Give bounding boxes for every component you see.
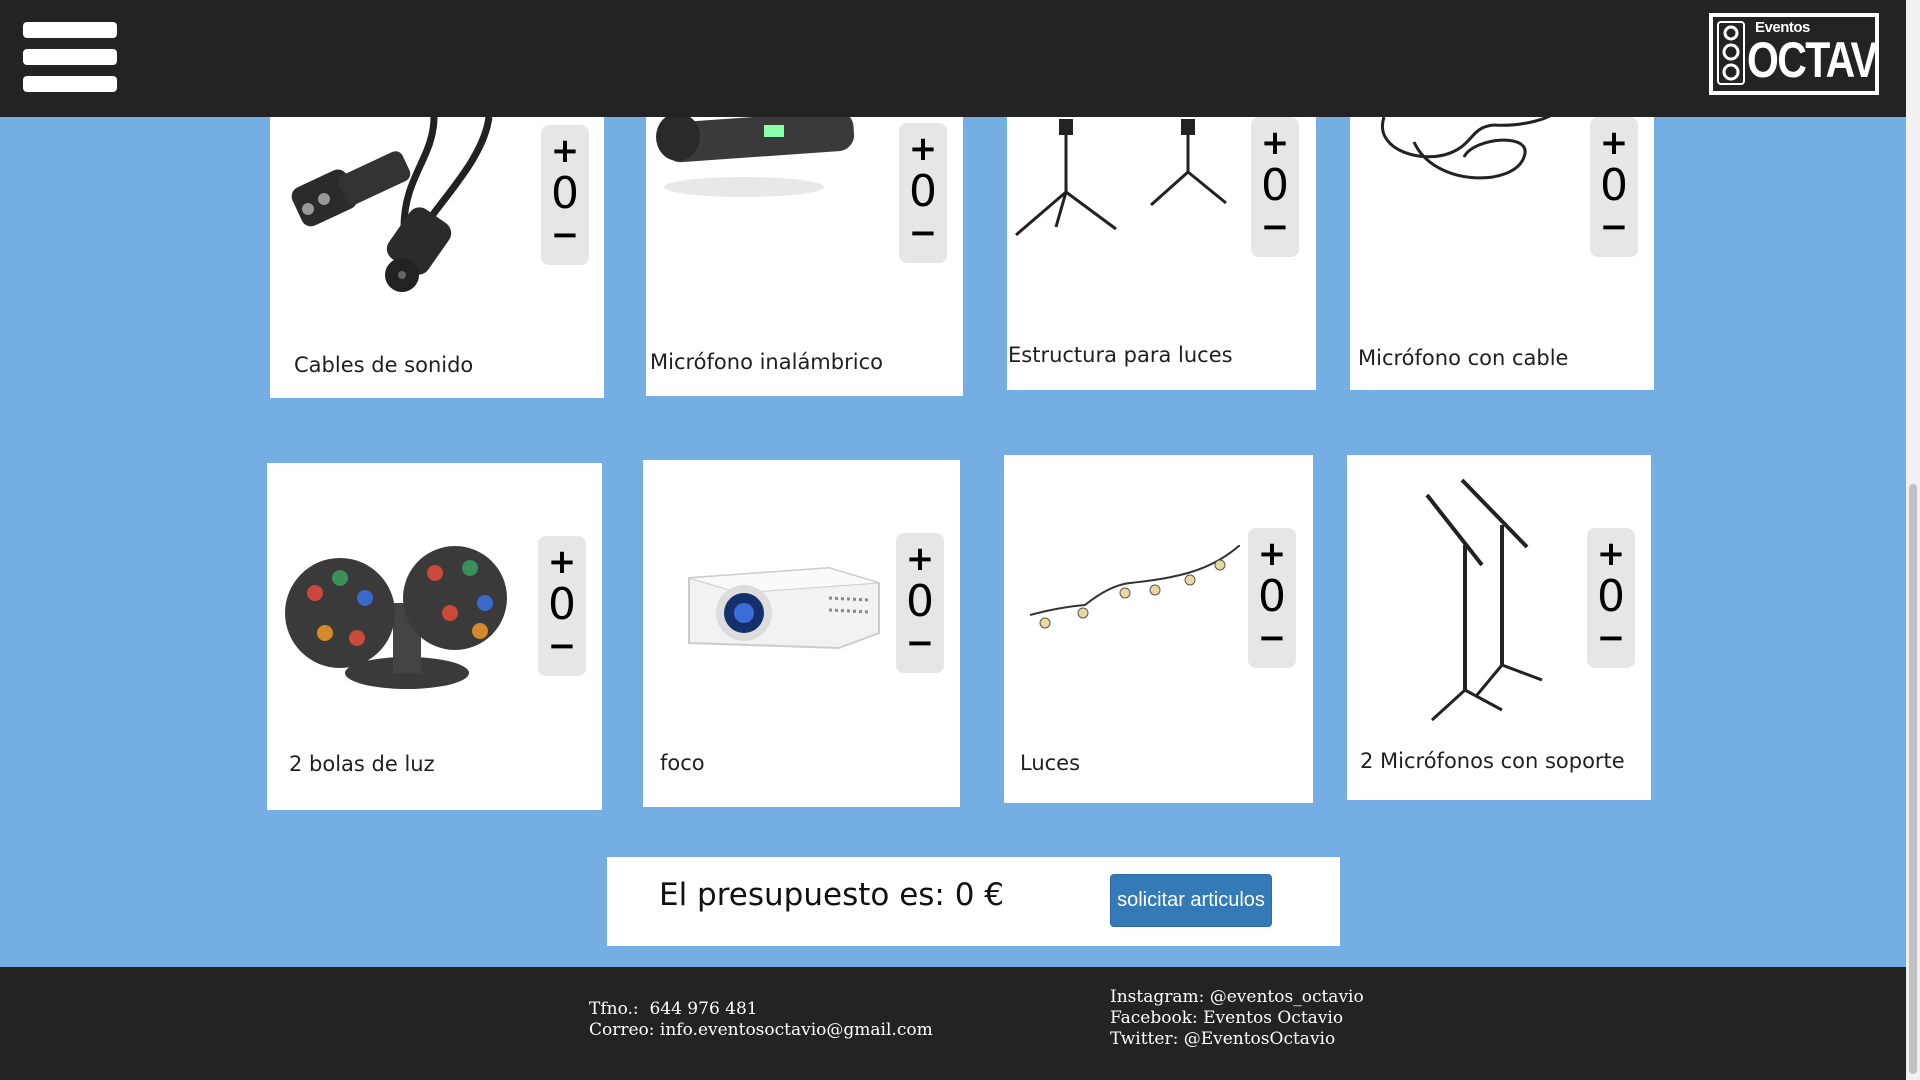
increment-button[interactable]: + (1248, 536, 1296, 572)
product-label: Cables de sonido (294, 353, 474, 377)
quantity-value: 0 (909, 166, 937, 217)
xlr-cable-image (291, 117, 493, 292)
increment-button[interactable]: + (541, 133, 589, 169)
product-card-microfono-con-cable: + 0 − Micrófono con cable (1350, 117, 1654, 390)
increment-button[interactable]: + (1251, 125, 1299, 161)
decrement-button[interactable]: − (1248, 620, 1296, 656)
increment-button[interactable]: + (1587, 536, 1635, 572)
product-label: Micrófono con cable (1358, 346, 1569, 370)
decrement-button[interactable]: − (1251, 209, 1299, 245)
quantity-value: 0 (1258, 571, 1286, 622)
product-card-estructura-para-luces: + 0 − Estructura para luces (1007, 117, 1316, 390)
product-card-luces: + 0 − Luces (1004, 455, 1313, 803)
hamburger-menu-icon[interactable] (23, 22, 117, 94)
decrement-button[interactable]: − (1587, 620, 1635, 656)
footer-email[interactable]: Correo: info.eventosoctavio@gmail.com (589, 1020, 933, 1040)
quantity-value: 0 (1261, 160, 1289, 211)
request-items-button[interactable]: solicitar articulos (1110, 874, 1272, 927)
product-card-foco: + 0 − foco (643, 460, 960, 807)
budget-panel: El presupuesto es: 0 € solicitar articul… (607, 857, 1340, 946)
decrement-button[interactable]: − (538, 628, 586, 664)
decrement-button[interactable]: − (896, 625, 944, 661)
product-card-microfono-inalambrico: + 0 − Micrófono inalámbrico (646, 117, 963, 396)
decrement-button[interactable]: − (1590, 209, 1638, 245)
quantity-stepper: + 0 − (899, 123, 947, 263)
product-card-2-microfonos-con-soporte: + 0 − 2 Micrófonos con soporte (1347, 455, 1651, 800)
product-card-2-bolas-de-luz: + 0 − 2 bolas de luz (267, 463, 602, 810)
page-scrollbar[interactable] (1906, 0, 1920, 1080)
disco-balls-image (285, 546, 507, 689)
projector-image (688, 566, 880, 650)
product-label: Micrófono inalámbrico (650, 350, 883, 374)
top-navigation-bar: Eventos OCTAVIO (0, 0, 1906, 117)
wireless-microphone-image (656, 117, 854, 197)
quantity-value: 0 (548, 579, 576, 630)
quantity-value: 0 (1597, 571, 1625, 622)
quantity-stepper: + 0 − (1590, 117, 1638, 257)
increment-button[interactable]: + (896, 541, 944, 577)
increment-button[interactable]: + (1590, 125, 1638, 161)
quantity-stepper: + 0 − (538, 536, 586, 676)
product-label: 2 bolas de luz (289, 752, 435, 776)
footer: Tfno.: 644 976 481 Correo: info.eventoso… (0, 967, 1906, 1080)
footer-facebook[interactable]: Facebook: Eventos Octavio (1110, 1008, 1343, 1028)
quantity-stepper: + 0 − (1587, 528, 1635, 668)
quantity-stepper: + 0 − (896, 533, 944, 673)
quantity-value: 0 (1600, 160, 1628, 211)
increment-button[interactable]: + (538, 544, 586, 580)
product-card-cables-de-sonido: + 0 − Cables de sonido (270, 117, 604, 398)
decrement-button[interactable]: − (899, 215, 947, 251)
quantity-value: 0 (551, 168, 579, 219)
product-label: Estructura para luces (1008, 343, 1233, 367)
footer-twitter[interactable]: Twitter: @EventosOctavio (1110, 1029, 1335, 1049)
microphone-stands-image (1425, 478, 1543, 722)
speaker-icon (1717, 21, 1745, 85)
quantity-stepper: + 0 − (541, 125, 589, 265)
light-stand-image (1015, 119, 1227, 237)
quantity-value: 0 (906, 576, 934, 627)
footer-instagram[interactable]: Instagram: @eventos_octavio (1110, 987, 1364, 1007)
eventos-octavio-logo[interactable]: Eventos OCTAVIO (1709, 13, 1879, 95)
scrollbar-thumb[interactable] (1909, 484, 1917, 1074)
wired-microphone-image (1380, 117, 1551, 180)
quantity-stepper: + 0 − (1248, 528, 1296, 668)
string-lights-image (1030, 545, 1240, 629)
product-label: foco (660, 751, 705, 775)
quantity-stepper: + 0 − (1251, 117, 1299, 257)
product-label: Luces (1020, 751, 1081, 775)
budget-total: El presupuesto es: 0 € (659, 877, 1005, 913)
logo-big-text: OCTAVIO (1747, 32, 1875, 88)
increment-button[interactable]: + (899, 131, 947, 167)
footer-phone: Tfno.: 644 976 481 (589, 999, 758, 1019)
product-label: 2 Micrófonos con soporte (1360, 749, 1625, 773)
decrement-button[interactable]: − (541, 217, 589, 253)
